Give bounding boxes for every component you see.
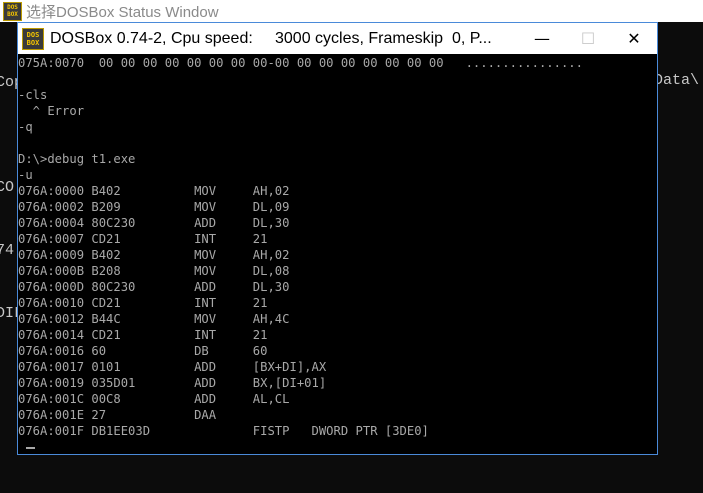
maximize-button[interactable]: ☐ bbox=[565, 23, 611, 54]
dos-console[interactable]: 075A:0070 00 00 00 00 00 00 00 00-00 00 … bbox=[18, 54, 657, 454]
background-window-title: 选择DOSBox Status Window bbox=[26, 3, 219, 21]
dosbox-window-title: DOSBox 0.74-2, Cpu speed: 3000 cycles, F… bbox=[50, 29, 492, 47]
background-window-titlebar[interactable]: DOS BOX 选择DOSBox Status Window bbox=[0, 0, 703, 22]
minimize-icon: — bbox=[534, 29, 550, 48]
minimize-button[interactable]: — bbox=[519, 23, 565, 54]
console-line: 076A:0016 60 DB 60 bbox=[18, 344, 268, 358]
console-line: 076A:001C 00C8 ADD AL,CL bbox=[18, 392, 290, 406]
console-line: 075A:0070 00 00 00 00 00 00 00 00-00 00 … bbox=[18, 56, 583, 70]
console-line: 076A:0017 0101 ADD [BX+DI],AX bbox=[18, 360, 327, 374]
background-console-fragment-right: Data\ bbox=[654, 72, 700, 89]
close-icon: ✕ bbox=[627, 29, 641, 48]
console-line: 076A:0007 CD21 INT 21 bbox=[18, 232, 268, 246]
console-line: D:\>debug t1.exe bbox=[18, 152, 136, 166]
dosbox-icon[interactable]: DOS BOX bbox=[22, 27, 44, 50]
console-line: 076A:0000 B402 MOV AH,02 bbox=[18, 184, 290, 198]
dosbox-icon: DOS BOX bbox=[3, 1, 22, 21]
maximize-icon: ☐ bbox=[580, 29, 596, 48]
dosbox-window[interactable]: DOS BOX DOSBox 0.74-2, Cpu speed: 3000 cy… bbox=[17, 22, 658, 455]
console-line: -u bbox=[18, 168, 33, 182]
console-line: 076A:0014 CD21 INT 21 bbox=[18, 328, 268, 342]
console-line: 076A:001F DB1EE03D FISTP DWORD PTR [3DE0… bbox=[18, 424, 429, 438]
console-line: 076A:0002 B209 MOV DL,09 bbox=[18, 200, 290, 214]
console-line: 076A:0009 B402 MOV AH,02 bbox=[18, 248, 290, 262]
console-line: 076A:000B B208 MOV DL,08 bbox=[18, 264, 290, 278]
text-cursor bbox=[26, 447, 35, 449]
console-line: 076A:0004 80C230 ADD DL,30 bbox=[18, 216, 290, 230]
console-line: 076A:0019 035D01 ADD BX,[DI+01] bbox=[18, 376, 327, 390]
close-button[interactable]: ✕ bbox=[611, 23, 657, 54]
console-line: 076A:000D 80C230 ADD DL,30 bbox=[18, 280, 290, 294]
console-line: 076A:001E 27 DAA bbox=[18, 408, 217, 422]
console-line: -cls bbox=[18, 88, 48, 102]
console-line: 076A:0010 CD21 INT 21 bbox=[18, 296, 268, 310]
console-line: 076A:0012 B44C MOV AH,4C bbox=[18, 312, 290, 326]
console-line: ^ Error bbox=[18, 104, 85, 118]
dosbox-titlebar[interactable]: DOS BOX DOSBox 0.74-2, Cpu speed: 3000 cy… bbox=[18, 23, 657, 54]
console-line: -q bbox=[18, 120, 33, 134]
